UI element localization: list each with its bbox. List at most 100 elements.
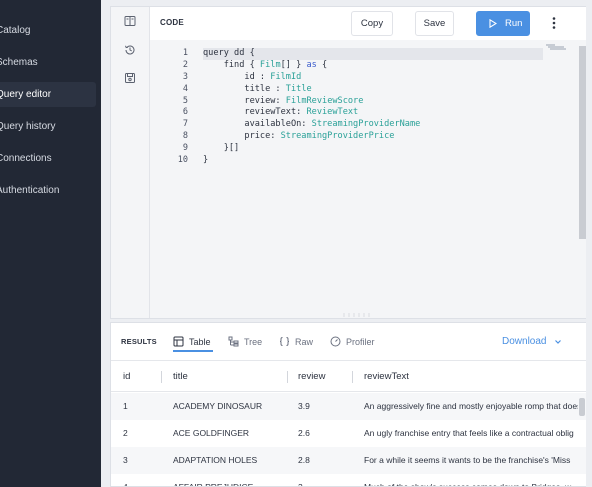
tab-label: Profiler [346, 337, 375, 347]
nav-item-catalog[interactable]: Catalog [0, 18, 96, 43]
results-header: RESULTS Table Tree Raw Profiler Download [111, 323, 586, 361]
column-header-id[interactable]: id [123, 362, 163, 392]
cell-reviewtext: For a while it seems it wants to be the … [364, 455, 571, 465]
copy-button[interactable]: Copy [351, 11, 393, 36]
code-content[interactable]: query dd { find { Film[] } as { id : Fil… [203, 48, 543, 167]
tab-table[interactable]: Table [173, 334, 213, 352]
nav-item-label: Authentication [0, 185, 60, 196]
nav-item-schemas[interactable]: Schemas [0, 50, 96, 75]
table-header-row: id title review reviewText [111, 362, 586, 392]
main-content: CODE Copy Save Run 1 2 3 4 5 6 7 8 9 10 [101, 0, 592, 487]
line-number: 5 [182, 95, 188, 106]
download-button[interactable]: Download [502, 336, 546, 347]
tree-icon [228, 336, 239, 347]
table-scrollbar[interactable] [579, 398, 585, 416]
column-header-reviewtext[interactable]: reviewText [364, 362, 484, 392]
tab-tree[interactable]: Tree [228, 334, 268, 352]
editor-scrollbar[interactable] [579, 46, 586, 239]
column-header-review[interactable]: review [298, 362, 348, 392]
column-divider[interactable] [161, 371, 162, 383]
nav-item-query-history[interactable]: Query history [0, 114, 96, 139]
code-line: reviewText: ReviewText [203, 107, 359, 118]
cell-id: 2 [123, 428, 128, 438]
code-title: CODE [160, 18, 184, 27]
history-icon[interactable] [124, 44, 136, 56]
nav-item-query-editor[interactable]: Query editor [0, 82, 96, 107]
tab-label: Tree [244, 337, 263, 347]
cell-review: 2.8 [298, 455, 310, 465]
code-line: id : FilmId [203, 71, 302, 82]
save-file-icon[interactable] [124, 72, 136, 84]
nav-item-authentication[interactable]: Authentication [0, 178, 96, 203]
cell-title: ADAPTATION HOLES [173, 455, 258, 465]
line-number: 7 [182, 119, 188, 130]
cell-title: ACE GOLDFINGER [173, 428, 250, 438]
code-line: } [203, 155, 209, 166]
nav-item-label: Connections [0, 153, 52, 164]
table-row[interactable]: 1 ACADEMY DINOSAUR 3.9 An aggressively f… [111, 393, 586, 420]
play-icon [489, 19, 497, 28]
resize-handle[interactable]: ⋮⋮⋮⋮⋮⋮ [341, 314, 372, 318]
column-divider[interactable] [352, 371, 353, 383]
nav-item-connections[interactable]: Connections [0, 146, 96, 171]
cell-id: 1 [123, 401, 128, 411]
table-row[interactable]: 2 ACE GOLDFINGER 2.6 An ugly franchise e… [111, 420, 586, 447]
line-number: 10 [177, 155, 188, 166]
nav-item-label: Catalog [0, 25, 31, 36]
code-line: title : Title [203, 83, 312, 94]
code-line: }[] [203, 143, 240, 154]
chevron-down-icon[interactable] [554, 338, 562, 346]
cell-review: 3.9 [298, 401, 310, 411]
editor-toolbar [111, 7, 150, 318]
line-number-gutter: 1 2 3 4 5 6 7 8 9 10 [150, 48, 188, 167]
braces-icon [279, 337, 290, 346]
tab-raw[interactable]: Raw [279, 334, 319, 352]
line-number: 1 [182, 48, 188, 58]
code-line: find { Film[] } as { [203, 59, 328, 70]
tab-label: Table [189, 337, 211, 347]
line-number: 3 [182, 71, 188, 82]
line-number: 8 [182, 131, 188, 142]
cell-review: 2.6 [298, 428, 310, 438]
code-header: CODE Copy Save Run [150, 7, 586, 40]
gauge-icon [330, 336, 341, 347]
cell-reviewtext: An ugly franchise entry that feels like … [364, 428, 574, 438]
more-options-icon[interactable] [549, 16, 559, 30]
run-button-label: Run [505, 18, 523, 29]
side-navigation: Catalog Schemas Query editor Query histo… [0, 0, 101, 487]
cell-id: 3 [123, 455, 128, 465]
query-editor-panel: CODE Copy Save Run 1 2 3 4 5 6 7 8 9 10 [110, 6, 586, 319]
code-line: price: StreamingProviderPrice [203, 131, 395, 142]
column-header-title[interactable]: title [173, 362, 273, 392]
table-row[interactable]: 4 AFFAIR PREJUDICE 3 Much of the show's … [111, 474, 586, 487]
save-button[interactable]: Save [415, 11, 454, 36]
results-title: RESULTS [121, 337, 157, 346]
cell-id: 4 [123, 482, 128, 487]
cell-title: AFFAIR PREJUDICE [173, 482, 254, 487]
code-line: availableOn: StreamingProviderName [203, 119, 421, 130]
results-table: id title review reviewText 1 ACADEMY DIN… [111, 362, 586, 486]
column-divider[interactable] [287, 371, 288, 383]
code-line: query dd { [203, 48, 543, 60]
table-icon [173, 336, 184, 347]
cell-reviewtext: An aggressively fine and mostly enjoyabl… [364, 401, 578, 411]
code-editor[interactable]: 1 2 3 4 5 6 7 8 9 10 query dd { find { F… [150, 40, 586, 318]
nav-item-label: Schemas [0, 57, 38, 68]
cell-title: ACADEMY DINOSAUR [173, 401, 263, 411]
cell-reviewtext: Much of the show's success comes down to… [364, 482, 572, 487]
tab-label: Raw [295, 337, 314, 347]
line-number: 6 [182, 107, 188, 118]
line-number: 4 [182, 83, 188, 94]
minimap[interactable] [545, 43, 567, 51]
table-row[interactable]: 3 ADAPTATION HOLES 2.8 For a while it se… [111, 447, 586, 474]
line-number: 2 [182, 59, 188, 70]
line-number: 9 [182, 143, 188, 154]
results-panel: RESULTS Table Tree Raw Profiler Download [110, 322, 586, 487]
book-icon[interactable] [124, 15, 136, 27]
nav-item-label: Query editor [0, 89, 52, 100]
run-button[interactable]: Run [476, 11, 530, 36]
cell-review: 3 [298, 482, 303, 487]
nav-item-label: Query history [0, 121, 56, 132]
tab-profiler[interactable]: Profiler [330, 334, 382, 352]
code-line: review: FilmReviewScore [203, 95, 364, 106]
